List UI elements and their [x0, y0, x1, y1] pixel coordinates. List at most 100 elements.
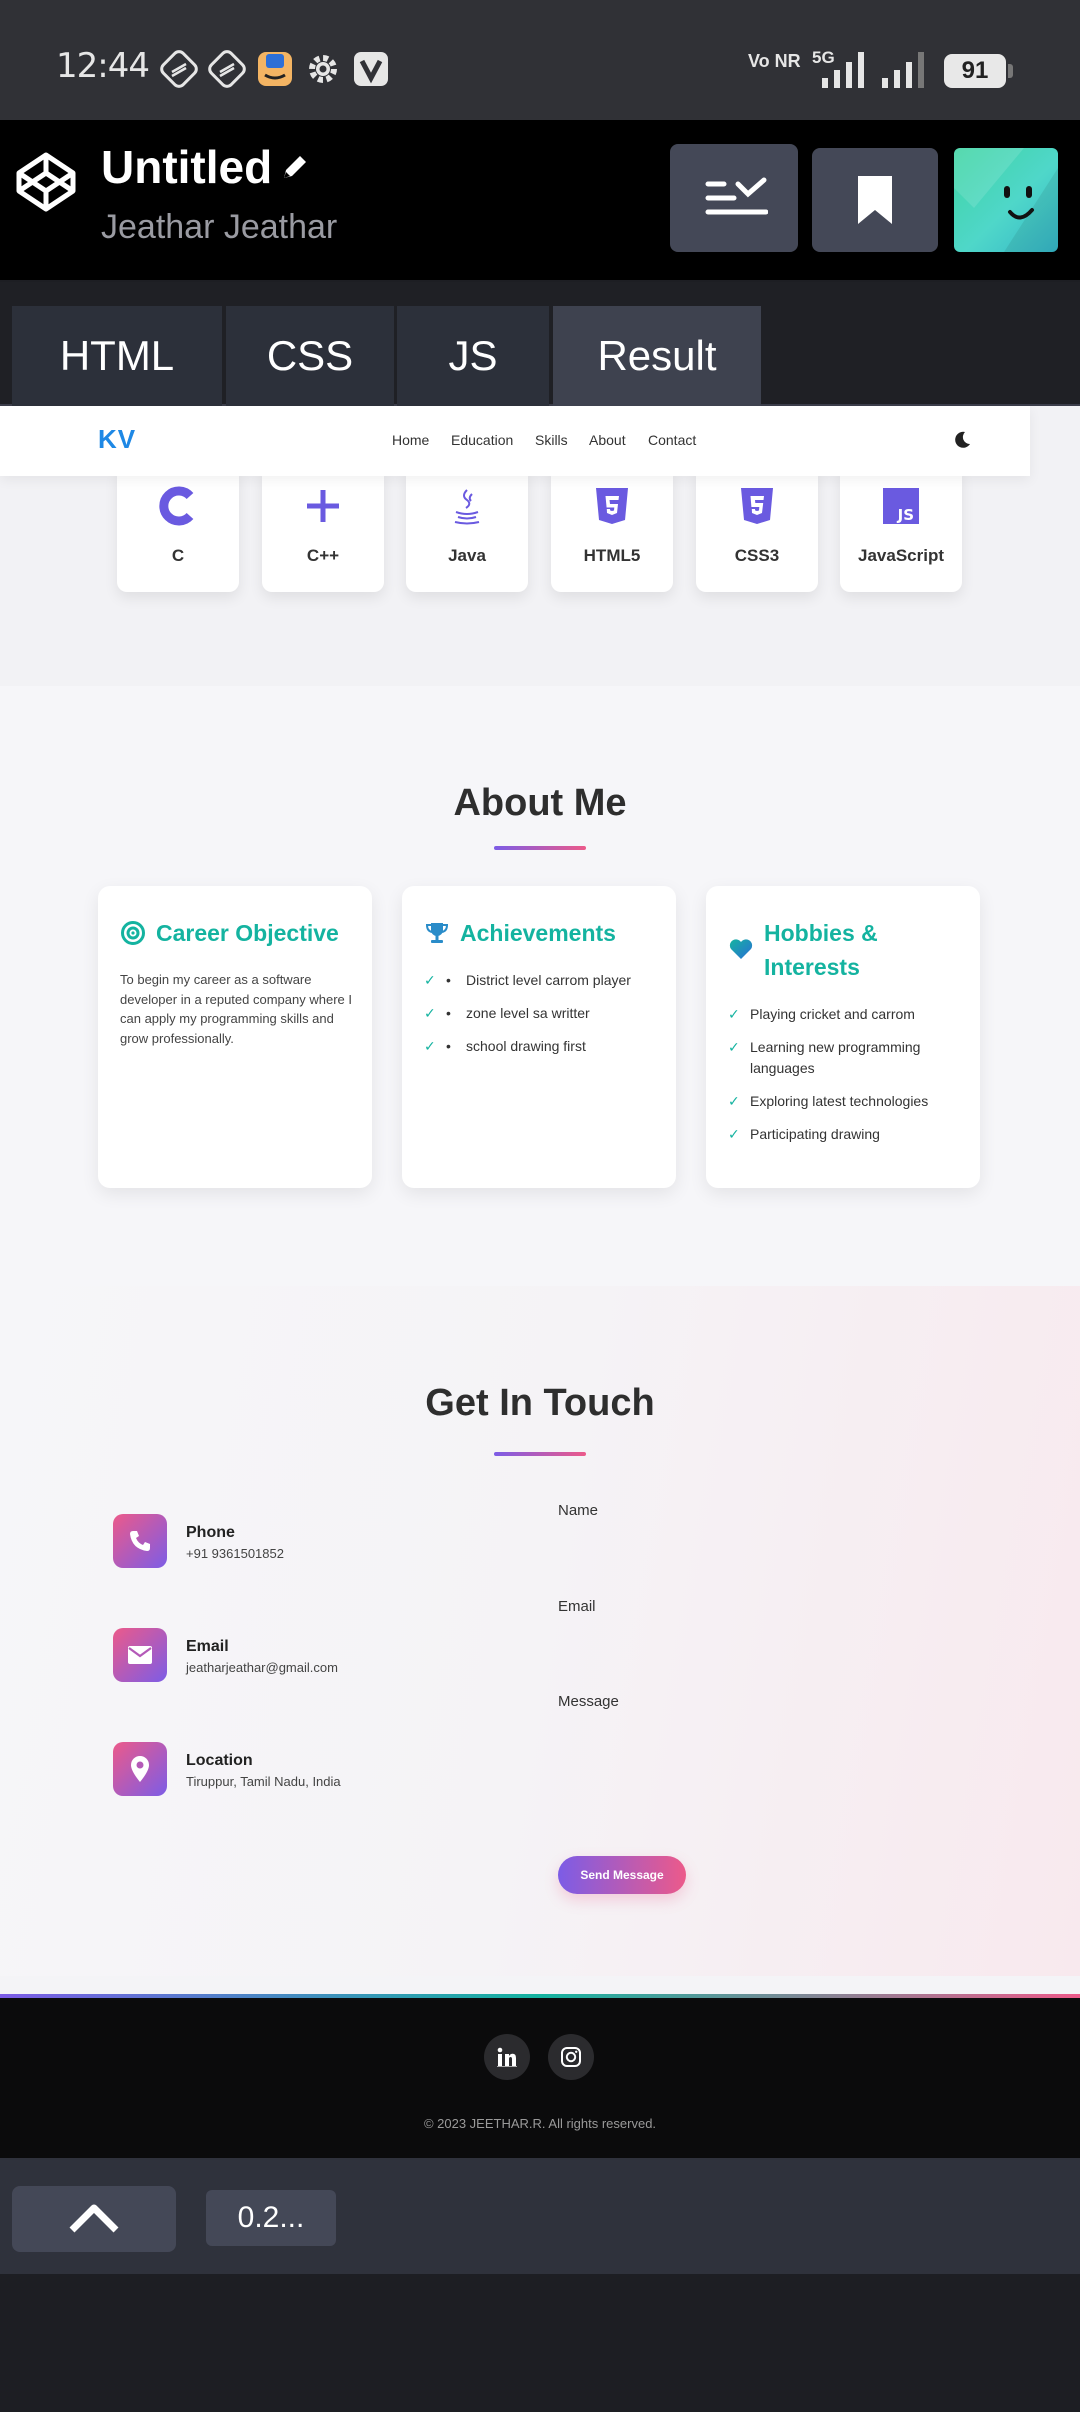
hobbies-title-line2: Interests — [764, 954, 860, 980]
battery-indicator: 91 — [944, 54, 1013, 88]
settings-icon — [309, 55, 337, 83]
message-field-label: Message — [558, 1693, 619, 1710]
skill-card-cpp: C++ — [262, 466, 384, 592]
send-message-button[interactable]: Send Message — [558, 1856, 686, 1894]
html5-icon — [596, 488, 628, 524]
achievement-text: school drawing first — [466, 1038, 586, 1054]
check-icon: ✓ — [728, 1039, 740, 1055]
hobbies-title-line1: Hobbies & — [764, 920, 878, 946]
skill-label: C++ — [306, 546, 340, 565]
linkedin-button[interactable] — [484, 2034, 530, 2080]
tab-js[interactable]: JS — [397, 306, 549, 406]
about-title: About Me — [453, 782, 627, 824]
skill-card-html5: HTML5 — [551, 466, 673, 592]
css3-icon — [741, 488, 773, 524]
signal-icon-2 — [882, 52, 924, 88]
check-icon: ✓ — [424, 1038, 436, 1054]
signal-icon — [822, 52, 864, 88]
v-app-icon — [354, 52, 388, 86]
check-icon: ✓ — [424, 1005, 436, 1021]
screen: 12:44 Vo NR 5G 91 Untitled Jeathar Jeath… — [0, 0, 1080, 2412]
screen-bottom-area — [0, 2274, 1080, 2412]
nav-contact[interactable]: Contact — [648, 432, 696, 448]
heart-icon — [729, 939, 753, 959]
contact-section: Get In Touch Phone +91 9361501852 Email … — [0, 1286, 1080, 1976]
achievement-text: District level carrom player — [466, 972, 631, 988]
hobby-text: Learning new programming languages — [750, 1039, 921, 1076]
edit-pencil-icon[interactable] — [278, 150, 312, 184]
name-input[interactable] — [558, 1526, 998, 1576]
email-value[interactable]: jeatharjeathar@gmail.com — [186, 1660, 338, 1675]
message-textarea[interactable] — [558, 1718, 998, 1838]
pen-title[interactable]: Untitled — [101, 140, 272, 194]
pen-author[interactable]: Jeathar Jeathar — [101, 208, 337, 247]
bookmark-icon — [858, 176, 892, 224]
skill-label: C — [171, 546, 185, 565]
nav-skills[interactable]: Skills — [535, 432, 568, 448]
email-label: Email — [186, 1638, 229, 1655]
volte-indicator: Vo NR — [748, 51, 801, 71]
status-bar: 12:44 Vo NR 5G 91 — [0, 0, 1080, 120]
site-navbar: KV Home Education Skills About Contact — [0, 406, 1030, 476]
tab-html[interactable]: HTML — [12, 306, 222, 406]
nav-home[interactable]: Home — [392, 432, 429, 448]
contact-title: Get In Touch — [425, 1382, 655, 1424]
avatar-face-icon — [954, 148, 1058, 252]
instagram-button[interactable] — [548, 2034, 594, 2080]
c-language-icon — [159, 486, 194, 526]
tab-result[interactable]: Result — [553, 306, 761, 406]
career-text: To begin my career as a software develop… — [120, 972, 352, 1046]
check-icon: ✓ — [424, 972, 436, 988]
bullet-icon: • — [446, 972, 451, 988]
phone-icon — [130, 1531, 150, 1551]
scroll-up-button[interactable] — [12, 2186, 176, 2252]
editor-tabs: HTML CSS JS Result — [0, 282, 1080, 406]
check-icon: ✓ — [728, 1006, 740, 1022]
save-bookmark-button[interactable] — [812, 148, 938, 252]
skill-label: Java — [448, 546, 486, 565]
phone-icon-box — [113, 1514, 167, 1568]
codepen-logo-icon[interactable] — [14, 150, 78, 214]
check-icon: ✓ — [728, 1126, 740, 1142]
chevron-up-icon — [69, 2204, 119, 2233]
copyright-text: © 2023 JEETHAR.R. All rights reserved. — [423, 2116, 657, 2131]
skill-card-java: Java — [406, 466, 528, 592]
skill-label: JavaScript — [858, 546, 944, 565]
result-preview: C C++ Java HTML5 CSS3 JS JavaScript KV H… — [0, 406, 1080, 2158]
nav-education[interactable]: Education — [451, 432, 513, 448]
phone-label: Phone — [186, 1524, 235, 1541]
email-field-label: Email — [558, 1598, 596, 1615]
layout-menu-button[interactable] — [670, 144, 798, 252]
tab-css[interactable]: CSS — [226, 306, 394, 406]
phone-value[interactable]: +91 9361501852 — [186, 1546, 284, 1561]
location-label: Location — [186, 1752, 253, 1769]
skill-card-css3: CSS3 — [696, 466, 818, 592]
title-underline — [494, 1452, 586, 1456]
nav-about[interactable]: About — [589, 432, 626, 448]
site-brand[interactable]: KV — [98, 424, 136, 455]
dark-mode-moon-icon[interactable] — [952, 430, 972, 450]
email-input[interactable] — [558, 1622, 998, 1672]
user-avatar[interactable] — [954, 148, 1058, 252]
title-underline — [494, 846, 586, 850]
java-icon — [454, 489, 480, 525]
status-time: 12:44 — [56, 46, 150, 86]
target-icon — [121, 921, 145, 945]
location-icon-box — [113, 1742, 167, 1796]
envelope-icon — [128, 1646, 152, 1664]
bullet-icon: • — [446, 1038, 451, 1054]
zoom-level-button[interactable]: 0.2... — [206, 2190, 336, 2246]
bullet-icon: • — [446, 1005, 451, 1021]
instagram-icon — [561, 2047, 581, 2067]
javascript-icon: JS — [883, 488, 919, 524]
amazon-icon — [258, 52, 292, 86]
check-icon: ✓ — [728, 1093, 740, 1109]
hobby-text: Exploring latest technologies — [750, 1093, 929, 1109]
location-value: Tiruppur, Tamil Nadu, India — [186, 1774, 341, 1789]
codepen-bottom-bar: 0.2... — [0, 2158, 1080, 2274]
hobby-text: Participating drawing — [750, 1126, 880, 1142]
email-icon-box — [113, 1628, 167, 1682]
site-footer: © 2023 JEETHAR.R. All rights reserved. — [0, 1998, 1080, 2158]
svg-text:JS: JS — [897, 506, 914, 524]
skill-label: HTML5 — [583, 546, 641, 565]
